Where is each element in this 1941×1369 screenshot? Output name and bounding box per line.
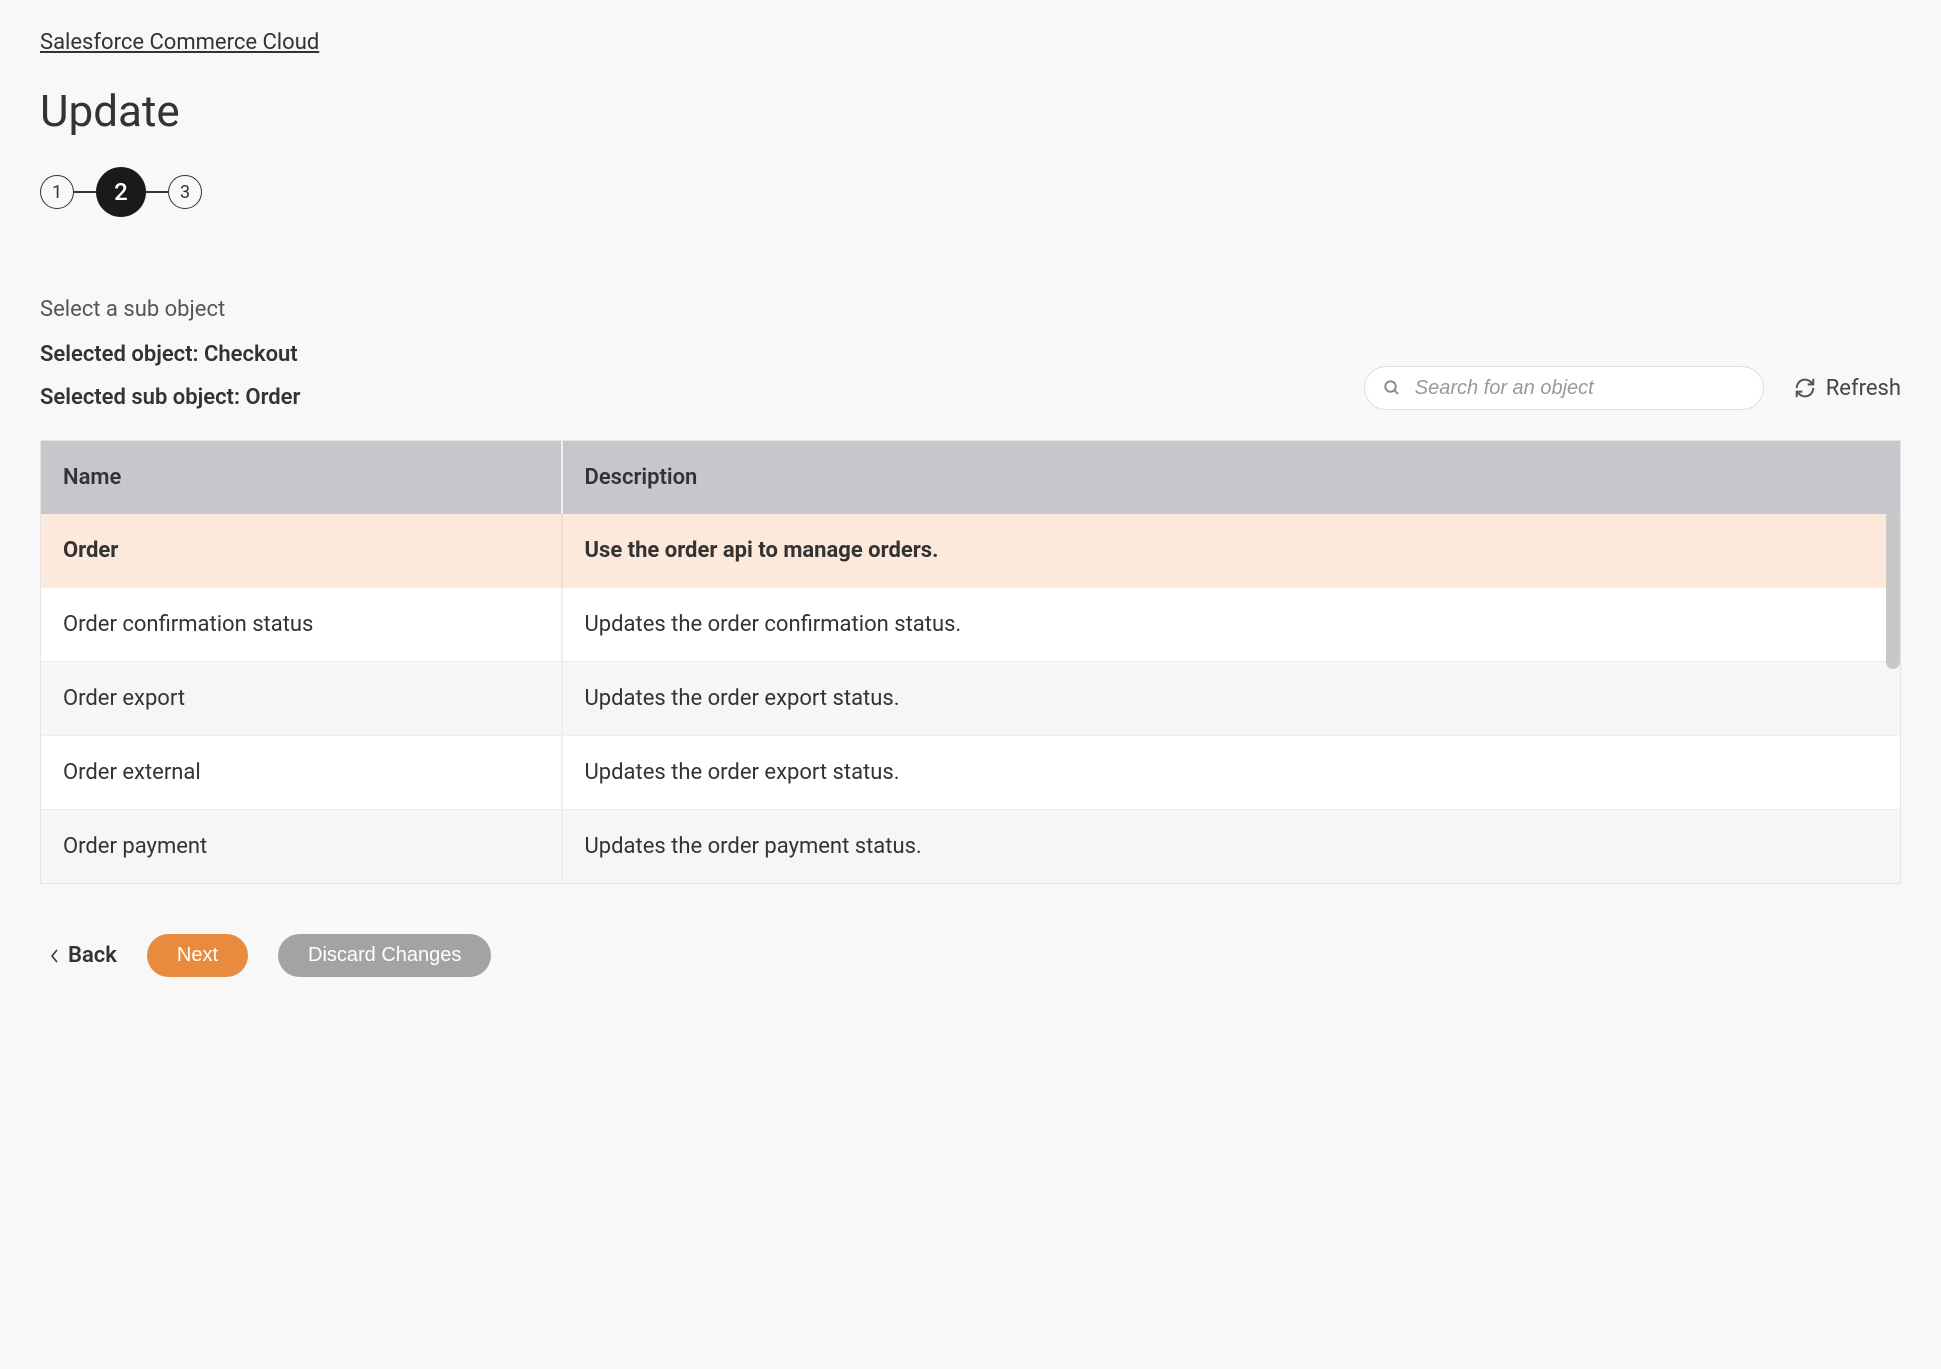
table-row[interactable]: Order external Updates the order export … [41, 736, 1900, 810]
cell-name: Order export [41, 662, 562, 736]
cell-description: Updates the order export status. [562, 736, 1900, 810]
refresh-icon [1794, 377, 1816, 399]
search-icon [1383, 379, 1401, 397]
search-box[interactable] [1364, 366, 1764, 410]
refresh-button[interactable]: Refresh [1794, 376, 1901, 401]
footer-actions: Back Next Discard Changes [40, 934, 1901, 977]
back-label: Back [68, 943, 117, 968]
table-row[interactable]: Order confirmation status Updates the or… [41, 588, 1900, 662]
back-button[interactable]: Back [50, 943, 117, 968]
step-2[interactable]: 2 [96, 167, 146, 217]
table-row[interactable]: Order payment Updates the order payment … [41, 810, 1900, 884]
cell-name: Order confirmation status [41, 588, 562, 662]
cell-name: Order payment [41, 810, 562, 884]
chevron-left-icon [50, 948, 60, 964]
refresh-label: Refresh [1826, 376, 1901, 401]
selected-object: Selected object: Checkout [40, 342, 1364, 367]
step-connector [74, 191, 96, 193]
discard-changes-button[interactable]: Discard Changes [278, 934, 491, 977]
scrollbar-thumb[interactable] [1886, 509, 1900, 669]
cell-description: Use the order api to manage orders. [562, 514, 1900, 588]
cell-name: Order external [41, 736, 562, 810]
column-header-description[interactable]: Description [562, 441, 1900, 514]
cell-description: Updates the order payment status. [562, 810, 1900, 884]
table-row[interactable]: Order Use the order api to manage orders… [41, 514, 1900, 588]
object-table: Name Description Order Use the order api… [40, 440, 1901, 884]
column-header-name[interactable]: Name [41, 441, 562, 514]
sub-object-prompt: Select a sub object [40, 297, 1364, 322]
next-button[interactable]: Next [147, 934, 248, 977]
breadcrumb-link[interactable]: Salesforce Commerce Cloud [40, 30, 319, 55]
step-1[interactable]: 1 [40, 175, 74, 209]
page-title: Update [40, 85, 1901, 137]
table-row[interactable]: Order export Updates the order export st… [41, 662, 1900, 736]
search-input[interactable] [1415, 377, 1745, 400]
cell-description: Updates the order export status. [562, 662, 1900, 736]
step-3[interactable]: 3 [168, 175, 202, 209]
step-connector [146, 191, 168, 193]
selected-sub-object: Selected sub object: Order [40, 385, 1364, 410]
cell-name: Order [41, 514, 562, 588]
stepper: 1 2 3 [40, 167, 1901, 217]
cell-description: Updates the order confirmation status. [562, 588, 1900, 662]
